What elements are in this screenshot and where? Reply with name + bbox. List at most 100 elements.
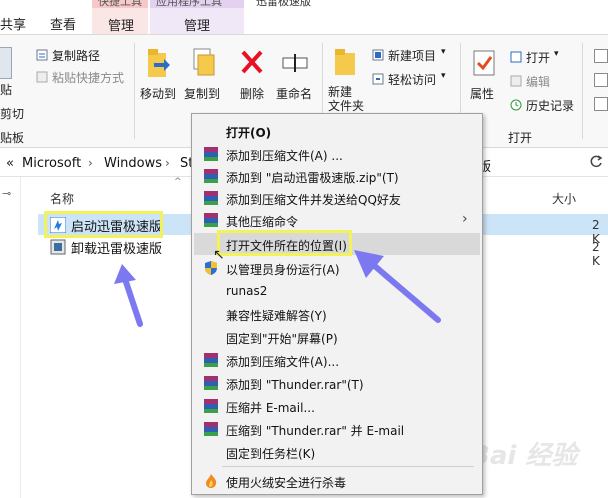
menu-item-label: 以管理员身份运行(A)	[226, 263, 340, 277]
highlight-box	[44, 211, 163, 238]
highlight-box	[217, 230, 352, 256]
open-group-label: 打开	[508, 131, 533, 145]
menu-item-other-compress[interactable]: 其他压缩命令 ›	[194, 209, 480, 231]
menu-item-compress-thunder-email[interactable]: 压缩到 "Thunder.rar" 并 E-mail	[194, 418, 480, 440]
winrar-icon	[203, 375, 219, 391]
menu-item-add-zip[interactable]: 添加到 "启动迅雷极速版.zip"(T)	[194, 165, 480, 187]
menu-item-label: 添加到 "启动迅雷极速版.zip"(T)	[226, 171, 399, 185]
new-folder-button[interactable]: 新建 文件夹	[328, 85, 364, 113]
menu-item-pin-start[interactable]: 固定到"开始"屏幕(P)	[194, 326, 480, 348]
ribbon-separator	[134, 43, 135, 139]
address-overflow-button[interactable]: «	[6, 156, 14, 171]
open-icon	[510, 51, 522, 63]
copy-to-button[interactable]: 复制到	[184, 85, 220, 102]
easy-access-button[interactable]: 轻松访问	[388, 71, 436, 88]
rename-button[interactable]: 重命名	[276, 85, 312, 102]
menu-item-compress-email[interactable]: 压缩并 E-mail...	[194, 395, 480, 417]
column-size-header[interactable]: 大小	[552, 190, 576, 207]
menu-item-add-thunder-rar[interactable]: 添加到 "Thunder.rar"(T)	[194, 372, 480, 394]
edit-icon	[510, 75, 522, 87]
menu-item-add-archive-2[interactable]: 添加到压缩文件(A)...	[194, 349, 480, 371]
paste-button[interactable]: 贴	[0, 81, 12, 98]
menu-item-send-qq[interactable]: 添加到压缩文件并发送给QQ好友	[194, 187, 480, 209]
delete-icon	[240, 49, 264, 75]
arrow-annotation	[354, 250, 441, 323]
properties-button[interactable]: 属性	[470, 85, 494, 102]
winrar-icon	[203, 168, 219, 184]
menu-item-label: runas2	[226, 284, 268, 298]
menu-separator	[222, 466, 474, 467]
breadcrumb-microsoft[interactable]: Microsoft	[22, 156, 81, 171]
watermark: Bai 经验	[470, 441, 578, 471]
tab-manage-shortcut[interactable]: 管理	[108, 15, 134, 34]
huorong-icon	[203, 473, 219, 489]
arrow-annotation	[114, 264, 143, 327]
paste-shortcut-button[interactable]: 粘贴快捷方式	[52, 69, 124, 86]
ribbon-separator	[582, 43, 583, 139]
invert-selection-icon[interactable]	[594, 97, 608, 111]
new-folder-icon	[334, 47, 356, 77]
tab-view[interactable]: 查看	[50, 14, 76, 33]
winrar-icon	[203, 212, 219, 228]
edit-button[interactable]: 编辑	[526, 73, 550, 90]
menu-item-label: 添加到压缩文件并发送给QQ好友	[226, 193, 401, 207]
menu-item-label: 压缩到 "Thunder.rar" 并 E-mail	[226, 424, 405, 438]
ribbon-tab-strip: 快捷工具 应用程序工具 迅雷极速版 共享 查看 管理 管理	[0, 0, 608, 34]
new-item-icon	[372, 49, 384, 61]
chevron-down-icon: ▾	[554, 49, 559, 59]
menu-item-label: 添加到压缩文件(A)...	[226, 355, 340, 369]
history-icon	[510, 99, 522, 111]
menu-item-add-archive[interactable]: 添加到压缩文件(A) ...	[194, 143, 480, 165]
rename-icon	[282, 53, 308, 73]
list-item-label: 卸载迅雷极速版	[71, 242, 163, 257]
chevron-right-icon: ›	[462, 211, 468, 227]
move-to-button[interactable]: 移动到	[140, 85, 176, 102]
copy-path-button[interactable]: 复制路径	[52, 47, 100, 64]
pin-icon: ⊸	[2, 187, 12, 200]
menu-item-pin-taskbar[interactable]: 固定到任务栏(K)	[194, 441, 480, 463]
menu-item-label: 添加到 "Thunder.rar"(T)	[226, 378, 364, 392]
winrar-icon	[203, 398, 219, 414]
tab-manage-app[interactable]: 管理	[184, 15, 210, 34]
select-all-icon[interactable]	[594, 49, 608, 63]
menu-item-label: 固定到"开始"屏幕(P)	[226, 332, 338, 346]
chevron-down-icon: ▾	[441, 71, 446, 81]
paste-icon	[0, 47, 12, 79]
new-item-button[interactable]: 新建项目	[388, 47, 436, 64]
menu-item-label: 压缩并 E-mail...	[226, 401, 315, 415]
winrar-icon	[203, 146, 219, 162]
easy-access-icon	[372, 73, 384, 85]
history-button[interactable]: 历史记录	[526, 97, 574, 114]
chevron-right-icon[interactable]: ›	[165, 156, 170, 170]
paste-shortcut-icon	[36, 71, 48, 83]
open-button[interactable]: 打开	[526, 49, 550, 66]
copy-to-icon	[190, 47, 216, 79]
clipboard-group-label: 贴板	[0, 131, 25, 145]
breadcrumb-windows[interactable]: Windows	[104, 156, 162, 171]
window-title: 迅雷极速版	[256, 0, 311, 8]
move-to-icon	[146, 47, 172, 79]
tab-share[interactable]: 共享	[0, 14, 26, 33]
winrar-icon	[203, 190, 219, 206]
delete-button[interactable]: 删除	[240, 85, 264, 102]
menu-item-label: 打开(O)	[226, 126, 272, 140]
chevron-right-icon[interactable]: ›	[88, 156, 93, 170]
refresh-icon[interactable]	[586, 152, 606, 172]
menu-item-label: 其他压缩命令	[226, 215, 299, 229]
select-none-icon[interactable]	[594, 73, 608, 87]
column-name-header[interactable]: 名称	[50, 190, 74, 207]
copy-path-icon	[36, 49, 48, 61]
shield-icon	[203, 260, 219, 276]
menu-item-huorong-scan[interactable]: 使用火绒安全进行杀毒	[194, 470, 480, 492]
menu-item-open[interactable]: 打开(O)	[194, 120, 480, 142]
winrar-icon	[203, 352, 219, 368]
menu-item-label: 兼容性疑难解答(Y)	[226, 309, 327, 323]
chevron-down-icon: ▾	[441, 47, 446, 57]
properties-icon	[472, 49, 496, 77]
cut-button[interactable]: 剪切	[0, 105, 24, 122]
sort-up-icon: ^	[174, 177, 182, 187]
menu-item-label: 添加到压缩文件(A) ...	[226, 149, 343, 163]
menu-item-label: 使用火绒安全进行杀毒	[226, 476, 347, 490]
list-item-size: 2 K	[592, 240, 600, 268]
uninstall-shortcut-icon	[50, 239, 66, 255]
